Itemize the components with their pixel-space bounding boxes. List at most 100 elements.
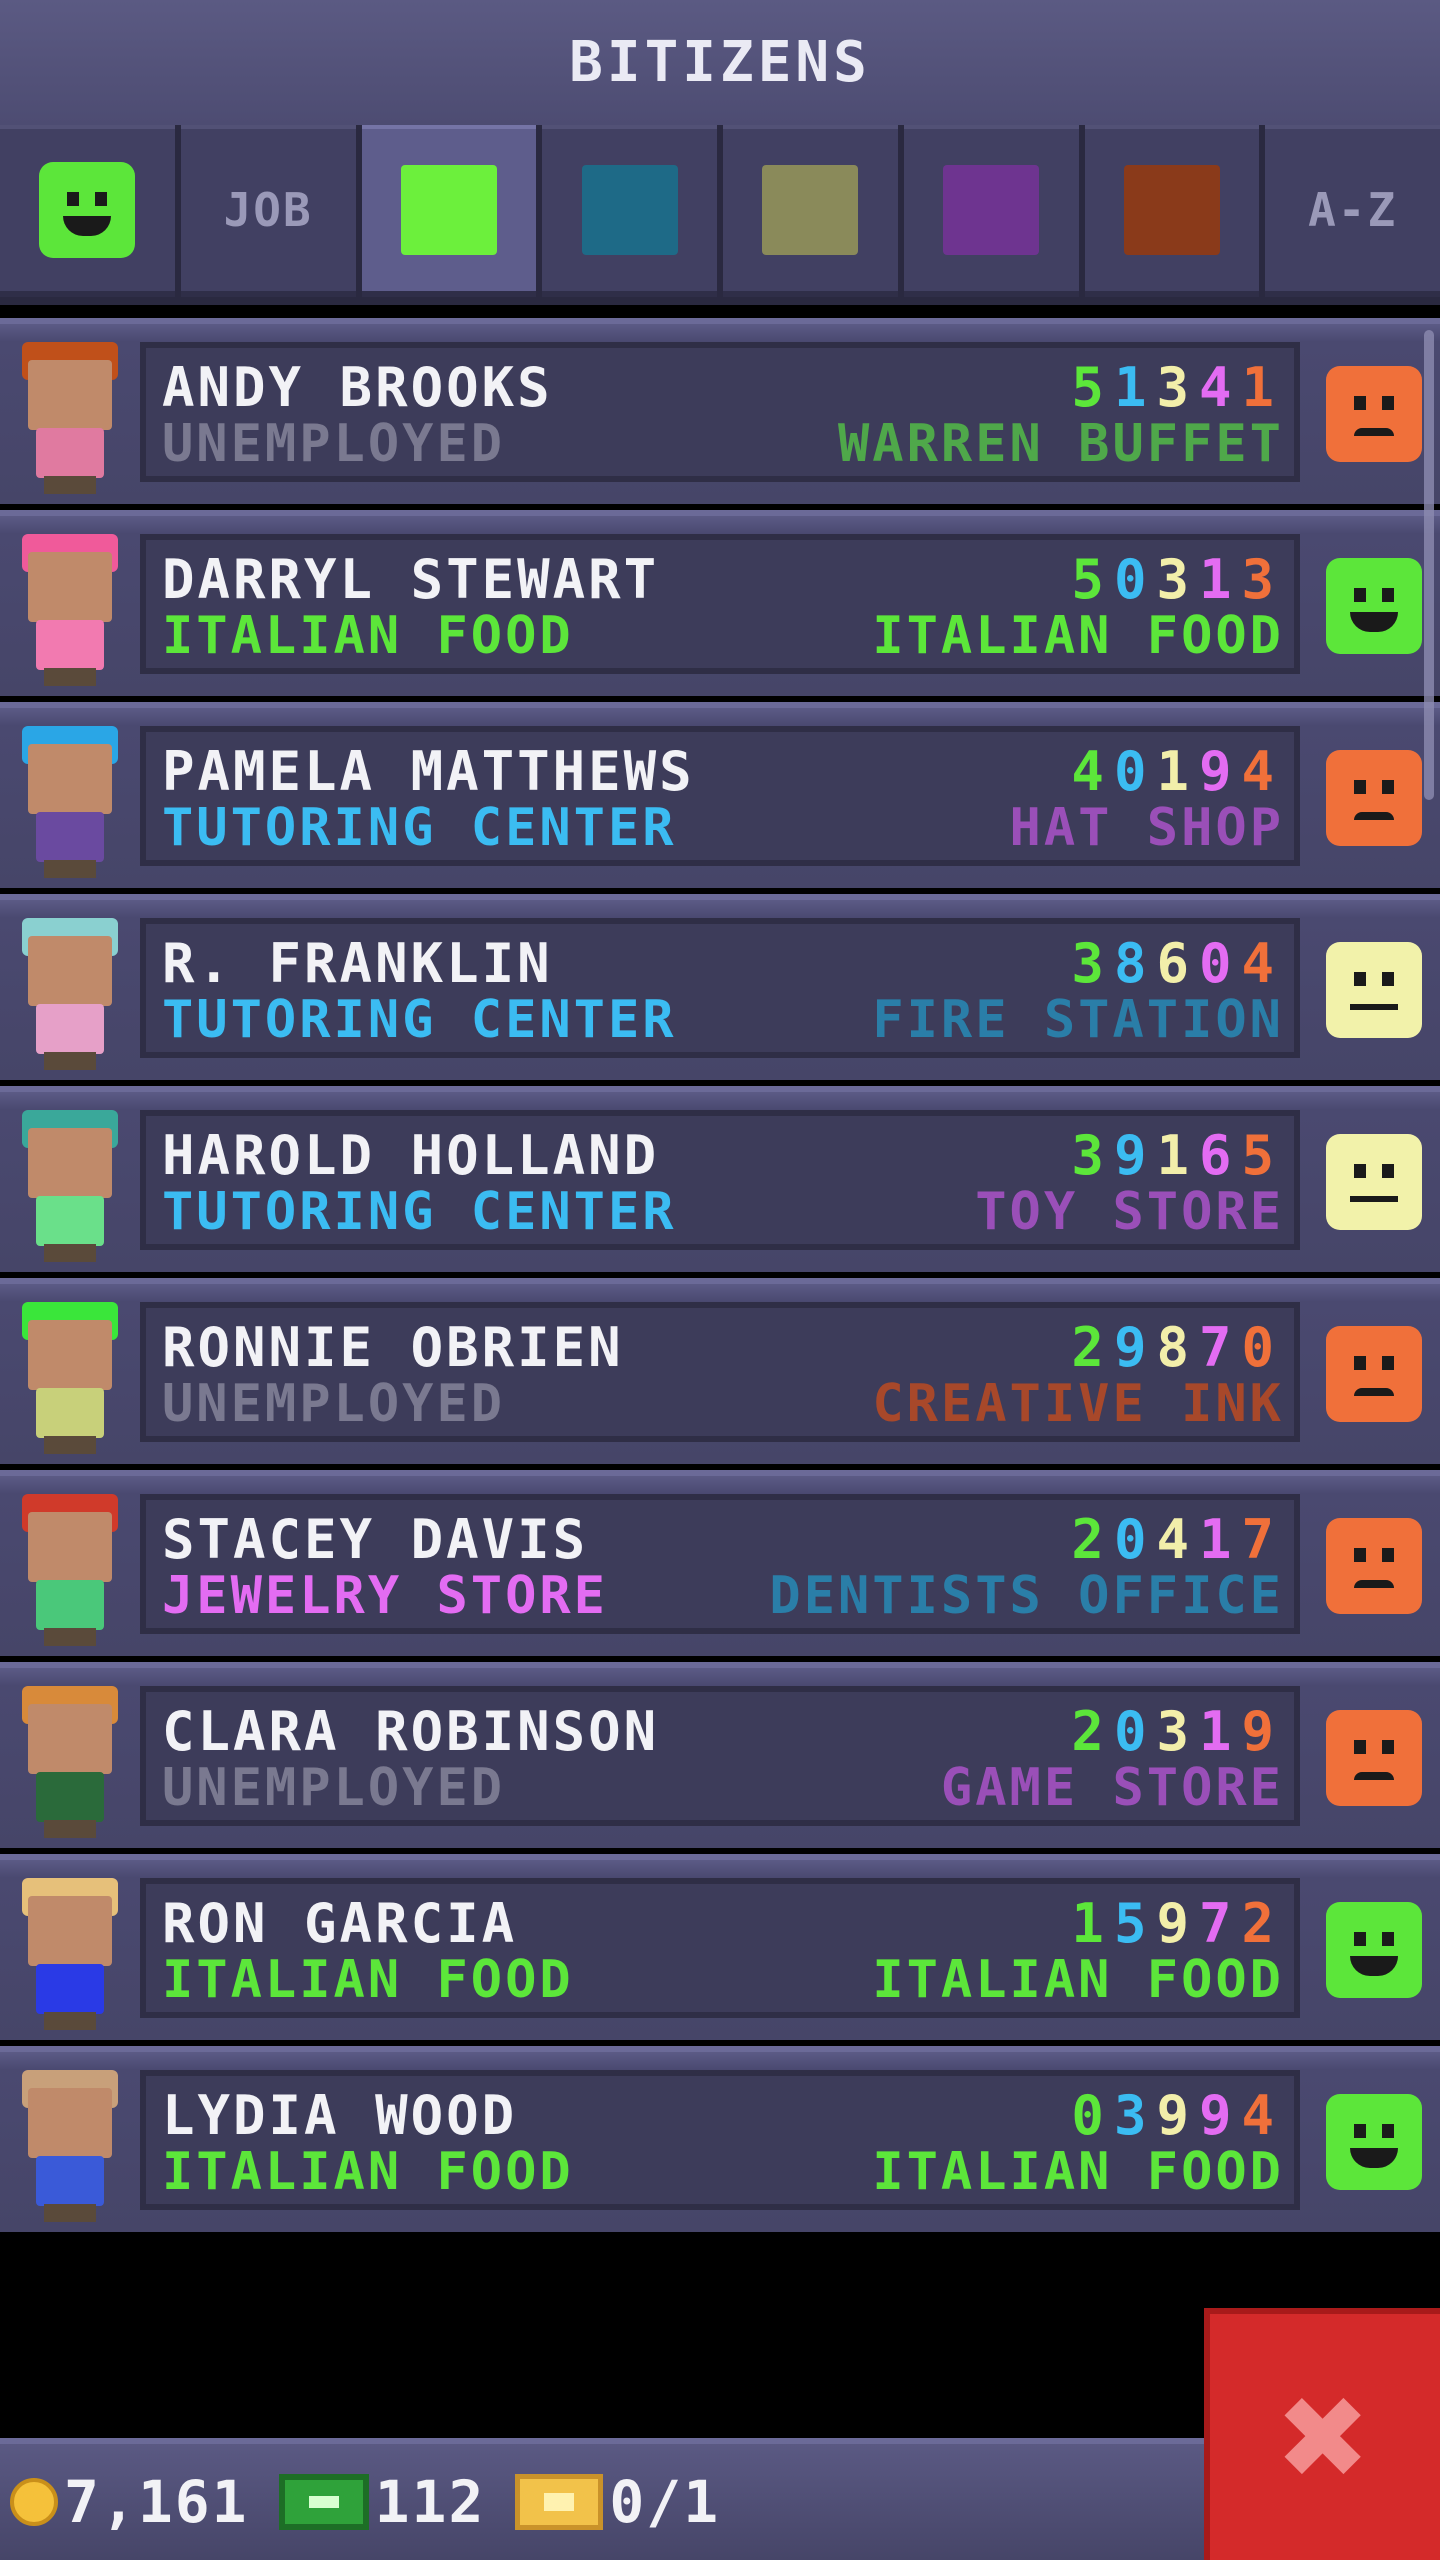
skill-digit: 4: [1241, 2084, 1284, 2147]
tab-job[interactable]: JOB: [180, 125, 356, 297]
skill-digit: 3: [1156, 356, 1199, 419]
skill-digit: 9: [1113, 1124, 1157, 1187]
bitizen-card: DARRYL STEWART ITALIAN FOOD 50313 ITALIAN F…: [140, 534, 1300, 674]
mood-indicator: [1326, 1902, 1422, 1998]
bitizen-row[interactable]: CLARA ROBINSON UNEMPLOYED 20319 GAME STORE: [0, 1662, 1440, 1848]
bitizen-card: ANDY BROOKS UNEMPLOYED 51341 WARREN BUFFET: [140, 342, 1300, 482]
bitizen-name: RON GARCIA: [162, 1892, 518, 1955]
bitizen-name: DARRYL STEWART: [162, 548, 660, 611]
page-title: BITIZENS: [569, 30, 871, 95]
bitizen-card: STACEY DAVIS JEWELRY STORE 20417 DENTISTS O…: [140, 1494, 1300, 1634]
bitizen-skills: 40194: [1071, 740, 1284, 803]
skill-digit: 0: [1198, 932, 1242, 995]
neutral-face-icon: [1326, 1134, 1422, 1230]
header-bar: BITIZENS: [0, 0, 1440, 129]
sad-face-icon: [1326, 1710, 1422, 1806]
bitizen-job: ITALIAN FOOD: [162, 2142, 574, 2202]
skill-digit: 5: [1241, 1124, 1284, 1187]
scrollbar[interactable]: [1424, 330, 1434, 800]
bitizen-card: RON GARCIA ITALIAN FOOD 15972 ITALIAN FOOD: [140, 1878, 1300, 2018]
bitizen-job: TUTORING CENTER: [162, 990, 677, 1050]
happy-face-icon: [1326, 558, 1422, 654]
bitizen-avatar: [14, 914, 124, 1074]
bitizen-card: LYDIA WOOD ITALIAN FOOD 03994 ITALIAN FOOD: [140, 2070, 1300, 2210]
bux-stat: 112: [278, 2468, 486, 2536]
mood-indicator: [1326, 942, 1422, 1038]
skill-digit: 6: [1198, 1124, 1242, 1187]
skill-digit: 4: [1241, 932, 1284, 995]
bitizen-list: ANDY BROOKS UNEMPLOYED 51341 WARREN BUFFET D…: [0, 318, 1440, 2238]
bitizen-row[interactable]: PAMELA MATTHEWS TUTORING CENTER 40194 HAT S…: [0, 702, 1440, 888]
bitizen-skills: 20417: [1071, 1508, 1284, 1571]
skill-digit: 1: [1156, 740, 1199, 803]
bitizen-avatar: [14, 1682, 124, 1842]
bitizen-dream-job: DENTISTS OFFICE: [769, 1566, 1284, 1626]
color-swatch-icon: [581, 165, 678, 255]
bitizen-skills: 20319: [1071, 1700, 1284, 1763]
bitizen-name: LYDIA WOOD: [162, 2084, 518, 2147]
close-button[interactable]: ✖: [1204, 2308, 1440, 2560]
tab-a-z[interactable]: A-Z: [1265, 125, 1440, 297]
bitizen-avatar: [14, 1874, 124, 2034]
skill-digit: 4: [1241, 740, 1284, 803]
happy-face-icon: [1326, 1902, 1422, 1998]
tab-label: JOB: [223, 183, 313, 237]
skill-digit: 3: [1156, 1700, 1199, 1763]
skill-digit: 2: [1071, 1508, 1114, 1571]
bitizen-name: HAROLD HOLLAND: [162, 1124, 660, 1187]
bitizen-avatar: [14, 722, 124, 882]
tab-color-5[interactable]: [903, 125, 1079, 297]
sad-face-icon: [1326, 366, 1422, 462]
skill-digit: 9: [1241, 1700, 1284, 1763]
color-swatch-icon: [1123, 165, 1220, 255]
bitizen-row[interactable]: R. FRANKLIN TUTORING CENTER 38604 FIRE STAT…: [0, 894, 1440, 1080]
skill-digit: 8: [1156, 1316, 1199, 1379]
close-icon: ✖: [1279, 2350, 1371, 2524]
sad-face-icon: [1326, 750, 1422, 846]
coins-value: 7,161: [64, 2468, 249, 2536]
bitizen-name: RONNIE OBRIEN: [162, 1316, 624, 1379]
bitizen-row[interactable]: LYDIA WOOD ITALIAN FOOD 03994 ITALIAN FOOD: [0, 2046, 1440, 2232]
bitizen-skills: 51341: [1071, 356, 1284, 419]
mood-indicator: [1326, 1134, 1422, 1230]
color-swatch-icon: [400, 165, 497, 255]
skill-digit: 1: [1071, 1892, 1114, 1955]
bitizen-card: PAMELA MATTHEWS TUTORING CENTER 40194 HAT S…: [140, 726, 1300, 866]
bitizen-job: TUTORING CENTER: [162, 1182, 677, 1242]
bitizen-dream-job: WARREN BUFFET: [838, 414, 1284, 474]
tab-color-3[interactable]: [542, 125, 717, 297]
coin-icon: [10, 2478, 58, 2526]
bitizen-row[interactable]: RON GARCIA ITALIAN FOOD 15972 ITALIAN FOOD: [0, 1854, 1440, 2040]
skill-digit: 1: [1156, 1124, 1199, 1187]
skill-digit: 1: [1113, 356, 1157, 419]
skill-digit: 2: [1071, 1700, 1114, 1763]
coins-stat: 7,161: [10, 2468, 249, 2536]
bitizen-row[interactable]: RONNIE OBRIEN UNEMPLOYED 29870 CREATIVE INK: [0, 1278, 1440, 1464]
ticket-icon: [515, 2474, 604, 2530]
skill-digit: 1: [1198, 1700, 1242, 1763]
skill-digit: 3: [1071, 932, 1114, 995]
tab-color-2[interactable]: [361, 125, 537, 297]
tickets-value: 0/1: [609, 2468, 721, 2536]
skill-digit: 0: [1113, 548, 1157, 611]
tab-mood[interactable]: [0, 125, 175, 297]
bitizen-job: UNEMPLOYED: [162, 1758, 506, 1818]
tab-color-6[interactable]: [1084, 125, 1260, 297]
bitizen-name: CLARA ROBINSON: [162, 1700, 660, 1763]
bitizen-row[interactable]: HAROLD HOLLAND TUTORING CENTER 39165 TOY ST…: [0, 1086, 1440, 1272]
bitizen-skills: 29870: [1071, 1316, 1284, 1379]
tab-color-4[interactable]: [723, 125, 898, 297]
skill-digit: 9: [1113, 1316, 1157, 1379]
bitizen-row[interactable]: ANDY BROOKS UNEMPLOYED 51341 WARREN BUFFET: [0, 318, 1440, 504]
bitizen-skills: 39165: [1071, 1124, 1284, 1187]
bitizen-row[interactable]: DARRYL STEWART ITALIAN FOOD 50313 ITALIAN F…: [0, 510, 1440, 696]
happy-face-icon: [1326, 2094, 1422, 2190]
skill-digit: 1: [1241, 356, 1284, 419]
bitizen-avatar: [14, 1490, 124, 1650]
skill-digit: 5: [1071, 356, 1114, 419]
skill-digit: 7: [1241, 1508, 1284, 1571]
bitizen-row[interactable]: STACEY DAVIS JEWELRY STORE 20417 DENTISTS O…: [0, 1470, 1440, 1656]
bitizen-job: UNEMPLOYED: [162, 1374, 506, 1434]
skill-digit: 6: [1156, 932, 1199, 995]
sad-face-icon: [1326, 1326, 1422, 1422]
